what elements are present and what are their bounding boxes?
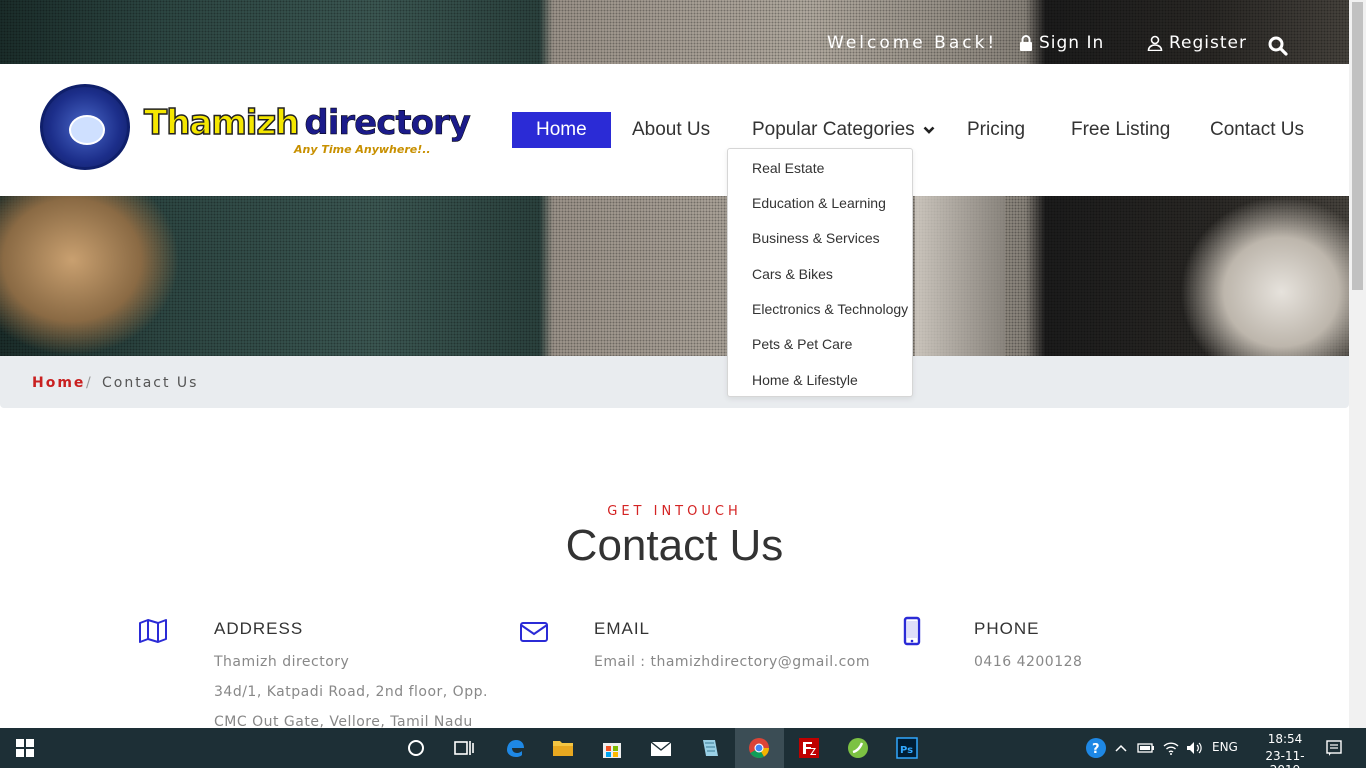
dropdown-item-pets[interactable]: Pets & Pet Care — [752, 336, 852, 352]
chevron-down-icon — [923, 126, 935, 134]
breadcrumb-separator: / — [86, 375, 93, 391]
user-icon — [1147, 35, 1163, 51]
logo-tagline: Any Time Anywhere!.. — [294, 143, 431, 156]
section-eyebrow: GET INTOUCH — [607, 504, 742, 519]
welcome-text: Welcome Back! — [827, 33, 997, 53]
battery-icon[interactable] — [1136, 736, 1156, 760]
phone-line[interactable]: 0416 4200128 — [974, 654, 1082, 670]
action-center-icon[interactable] — [1322, 736, 1346, 760]
chrome-icon[interactable] — [747, 736, 771, 760]
logo-title-part1: Thamizh — [143, 102, 300, 144]
map-icon — [139, 619, 167, 643]
nav-about-us[interactable]: About Us — [632, 112, 710, 148]
logo-title-part2: directory — [304, 103, 471, 144]
nav-pricing[interactable]: Pricing — [967, 112, 1025, 148]
svg-text:?: ? — [1092, 742, 1100, 757]
contact-section: GET INTOUCH Contact Us ADDRESS Thamizh d… — [0, 408, 1349, 730]
site-logo[interactable]: Thamizh directory Any Time Anywhere!.. — [40, 84, 471, 170]
nav-free-listing[interactable]: Free Listing — [1071, 112, 1170, 148]
nav-popular-categories[interactable]: Popular Categories — [752, 112, 935, 148]
hero-person-left — [0, 196, 180, 356]
windows-start-icon[interactable] — [13, 736, 37, 760]
language-indicator[interactable]: ENG — [1212, 740, 1238, 754]
windows-taskbar: Ps ? ENG 18:54 23-11-2019 — [0, 728, 1366, 768]
scrollbar-thumb[interactable] — [1352, 2, 1363, 290]
dropdown-item-business[interactable]: Business & Services — [752, 230, 880, 246]
email-heading: EMAIL — [594, 619, 651, 638]
sign-in-link[interactable]: Sign In — [1019, 33, 1104, 53]
page-title: Contact Us — [565, 521, 784, 570]
nav-contact-us[interactable]: Contact Us — [1210, 112, 1304, 148]
breadcrumb: Home / Contact Us — [0, 356, 1349, 408]
mobile-phone-icon — [903, 616, 921, 646]
address-line-1: Thamizh directory — [214, 654, 350, 670]
photoshop-icon[interactable]: Ps — [895, 736, 919, 760]
search-icon — [1268, 36, 1288, 56]
hero-person-middle — [915, 196, 1005, 356]
notepad-app-icon[interactable] — [698, 736, 722, 760]
chevron-up-icon[interactable] — [1112, 736, 1130, 760]
top-bar: Welcome Back! Sign In Register — [0, 0, 1349, 64]
nav-popular-categories-label: Popular Categories — [752, 119, 915, 140]
svg-text:Ps: Ps — [900, 745, 913, 756]
clock-time[interactable]: 18:54 — [1263, 732, 1307, 746]
dropdown-item-home-lifestyle[interactable]: Home & Lifestyle — [752, 372, 858, 388]
dropdown-item-real-estate[interactable]: Real Estate — [752, 160, 824, 176]
breadcrumb-current: Contact Us — [102, 375, 199, 391]
lock-icon — [1020, 35, 1032, 51]
cortana-icon[interactable] — [404, 736, 428, 760]
logo-title: Thamizh directory — [143, 102, 471, 144]
address-heading: ADDRESS — [214, 619, 304, 638]
popular-categories-dropdown: Real Estate Education & Learning Busines… — [727, 148, 913, 397]
edge-browser-icon[interactable] — [503, 736, 527, 760]
sign-in-label: Sign In — [1039, 33, 1105, 53]
volume-icon[interactable] — [1184, 736, 1204, 760]
task-view-icon[interactable] — [452, 736, 476, 760]
file-explorer-icon[interactable] — [551, 736, 575, 760]
clock-date[interactable]: 23-11-2019 — [1263, 749, 1307, 768]
store-icon[interactable] — [600, 736, 624, 760]
search-button[interactable] — [1268, 36, 1288, 56]
nav-home[interactable]: Home — [512, 112, 611, 148]
register-link[interactable]: Register — [1147, 33, 1247, 53]
register-label: Register — [1169, 33, 1247, 53]
dropdown-item-electronics[interactable]: Electronics & Technology — [752, 301, 908, 317]
page-scrollbar[interactable] — [1349, 0, 1366, 728]
logo-seal-icon — [40, 84, 130, 170]
wifi-icon[interactable] — [1160, 736, 1182, 760]
address-line-2: 34d/1, Katpadi Road, 2nd floor, Opp. — [214, 684, 488, 700]
envelope-icon — [520, 622, 548, 642]
help-icon[interactable]: ? — [1084, 736, 1108, 760]
site-header: Thamizh directory Any Time Anywhere!.. Ho… — [0, 64, 1349, 196]
dreamweaver-icon[interactable] — [846, 736, 870, 760]
email-line[interactable]: Email : thamizhdirectory@gmail.com — [594, 654, 870, 670]
welcome-label: Welcome Back! — [827, 33, 998, 53]
hero-person-right — [1180, 196, 1349, 356]
breadcrumb-home[interactable]: Home — [32, 375, 85, 391]
filezilla-icon[interactable] — [797, 736, 821, 760]
dropdown-item-education[interactable]: Education & Learning — [752, 195, 886, 211]
logo-text: Thamizh directory Any Time Anywhere!.. — [143, 102, 471, 156]
phone-heading: PHONE — [974, 619, 1040, 638]
mail-icon[interactable] — [649, 736, 673, 760]
dropdown-item-cars-bikes[interactable]: Cars & Bikes — [752, 266, 833, 282]
